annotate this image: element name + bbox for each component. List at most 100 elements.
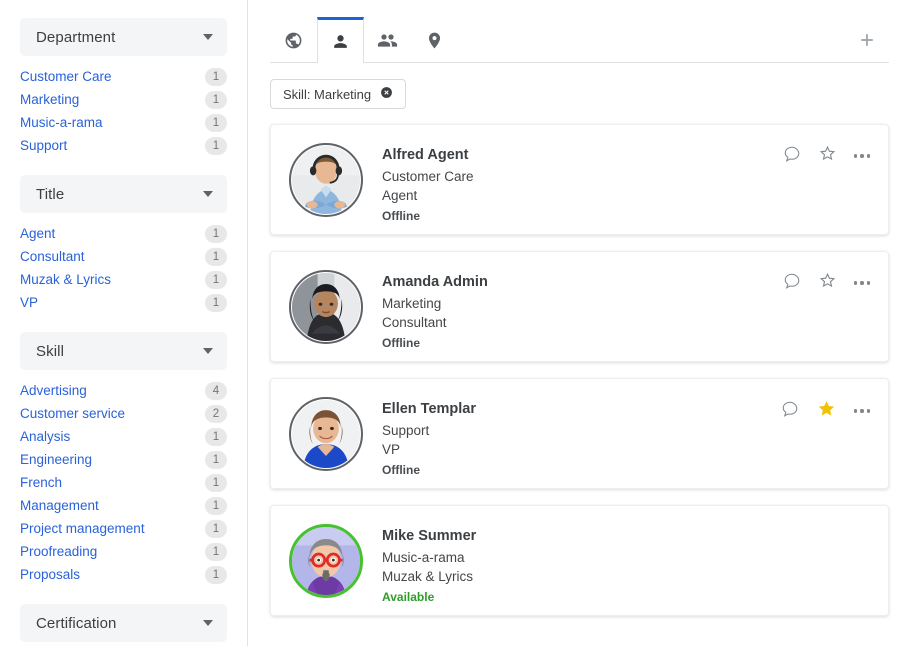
tab-globe[interactable] [270, 17, 317, 63]
person-status: Available [382, 590, 435, 604]
facet-item-consultant[interactable]: Consultant 1 [20, 245, 227, 268]
person-card-actions [781, 398, 870, 424]
facet-title: Department [36, 28, 116, 46]
person-icon [331, 32, 350, 51]
star-icon[interactable] [818, 144, 837, 168]
close-circle-icon[interactable] [380, 86, 393, 102]
more-options-icon[interactable] [853, 277, 870, 289]
person-department: Marketing [382, 296, 442, 311]
person-info: Ellen Templar Support VP Offline [382, 397, 476, 480]
facet-item-count: 1 [205, 450, 227, 469]
person-card-list: Alfred Agent Customer Care Agent Offline [248, 109, 911, 631]
facet-item-count: 1 [205, 496, 227, 515]
facet-item-advertising[interactable]: Advertising 4 [20, 379, 227, 402]
facet-item-proposals[interactable]: Proposals 1 [20, 563, 227, 586]
facet-item-proofreading[interactable]: Proofreading 1 [20, 540, 227, 563]
facet-item-agent[interactable]: Agent 1 [20, 222, 227, 245]
facet-item-project-management[interactable]: Project management 1 [20, 517, 227, 540]
star-icon[interactable] [818, 271, 837, 295]
facet-header-skill[interactable]: Skill [20, 332, 227, 370]
facet-department: Department Customer Care 1 Marketing 1 M… [0, 18, 247, 167]
facet-skill: Skill Advertising 4 Customer service 2 A… [0, 332, 247, 596]
facet-item-label: Analysis [20, 429, 71, 444]
add-tab-button[interactable] [845, 17, 889, 63]
facet-item-count: 1 [205, 519, 227, 538]
chevron-down-icon[interactable] [203, 191, 213, 197]
facet-item-count: 1 [205, 90, 227, 109]
person-status: Offline [382, 463, 420, 477]
chat-bubble-icon[interactable] [781, 400, 799, 423]
facet-title: Skill [36, 342, 65, 360]
person-name: Ellen Templar [382, 401, 477, 417]
tab-location[interactable] [411, 17, 458, 63]
facet-item-label: Engineering [20, 452, 93, 467]
facet-item-label: Music-a-rama [20, 115, 103, 130]
facet-item-label: Proofreading [20, 544, 98, 559]
chevron-down-icon[interactable] [203, 620, 213, 626]
facet-item-label: VP [20, 295, 39, 310]
facet-item-music-a-rama[interactable]: Music-a-rama 1 [20, 111, 227, 134]
more-options-icon[interactable] [853, 405, 870, 417]
person-card[interactable]: Mike Summer Music-a-rama Muzak & Lyrics … [270, 505, 889, 616]
people-icon [377, 30, 398, 51]
more-options-icon[interactable] [853, 150, 870, 162]
person-title: Agent [382, 188, 418, 203]
tab-person[interactable] [317, 17, 364, 63]
facet-item-vp[interactable]: VP 1 [20, 291, 227, 314]
facet-item-count: 1 [205, 427, 227, 446]
facet-item-muzak-lyrics[interactable]: Muzak & Lyrics 1 [20, 268, 227, 291]
facet-list-department: Customer Care 1 Marketing 1 Music-a-rama… [0, 56, 247, 167]
avatar-status-ring [289, 524, 363, 598]
facet-sidebar: Department Customer Care 1 Marketing 1 M… [0, 0, 248, 646]
facet-item-support[interactable]: Support 1 [20, 134, 227, 157]
person-name: Amanda Admin [382, 274, 488, 290]
person-department: Music-a-rama [382, 550, 465, 565]
facet-item-count: 1 [205, 224, 227, 243]
facet-item-count: 1 [205, 247, 227, 266]
facet-item-label: Customer Care [20, 69, 112, 84]
facet-item-customer-service[interactable]: Customer service 2 [20, 402, 227, 425]
facet-item-count: 1 [205, 293, 227, 312]
chat-bubble-icon[interactable] [783, 272, 801, 295]
chevron-down-icon[interactable] [203, 348, 213, 354]
person-card[interactable]: Amanda Admin Marketing Consultant Offlin… [270, 251, 889, 362]
facet-item-label: French [20, 475, 63, 490]
person-name: Alfred Agent [382, 147, 469, 163]
tab-people[interactable] [364, 17, 411, 63]
avatar [289, 397, 363, 471]
facet-title: Title [36, 185, 65, 203]
facet-header-title[interactable]: Title [20, 175, 227, 213]
facet-item-count: 1 [205, 136, 227, 155]
person-card[interactable]: Ellen Templar Support VP Offline [270, 378, 889, 489]
facet-item-management[interactable]: Management 1 [20, 494, 227, 517]
person-title: Consultant [382, 315, 447, 330]
facet-item-french[interactable]: French 1 [20, 471, 227, 494]
facet-item-count: 1 [205, 113, 227, 132]
avatar [289, 143, 363, 217]
person-name: Mike Summer [382, 528, 477, 544]
facet-item-label: Management [20, 498, 99, 513]
avatar-status-ring [289, 397, 363, 471]
facet-header-certification[interactable]: Certification [20, 604, 227, 642]
active-filters: Skill: Marketing [248, 63, 911, 109]
facet-item-count: 1 [205, 542, 227, 561]
facet-item-marketing[interactable]: Marketing 1 [20, 88, 227, 111]
facet-item-customer-care[interactable]: Customer Care 1 [20, 65, 227, 88]
facet-header-department[interactable]: Department [20, 18, 227, 56]
star-filled-icon[interactable] [816, 398, 837, 424]
person-info: Mike Summer Music-a-rama Muzak & Lyrics … [382, 524, 476, 607]
facet-item-engineering[interactable]: Engineering 1 [20, 448, 227, 471]
facet-item-count: 2 [205, 404, 227, 423]
facet-item-count: 1 [205, 67, 227, 86]
person-status: Offline [382, 209, 420, 223]
facet-item-count: 4 [205, 381, 227, 400]
person-title: Muzak & Lyrics [382, 569, 474, 584]
facet-item-analysis[interactable]: Analysis 1 [20, 425, 227, 448]
chat-bubble-icon[interactable] [783, 145, 801, 168]
person-title: VP [382, 442, 401, 457]
person-card[interactable]: Alfred Agent Customer Care Agent Offline [270, 124, 889, 235]
person-card-actions [783, 271, 870, 295]
facet-list-skill: Advertising 4 Customer service 2 Analysi… [0, 370, 247, 596]
chevron-down-icon[interactable] [203, 34, 213, 40]
filter-chip-skill-marketing[interactable]: Skill: Marketing [270, 79, 407, 109]
